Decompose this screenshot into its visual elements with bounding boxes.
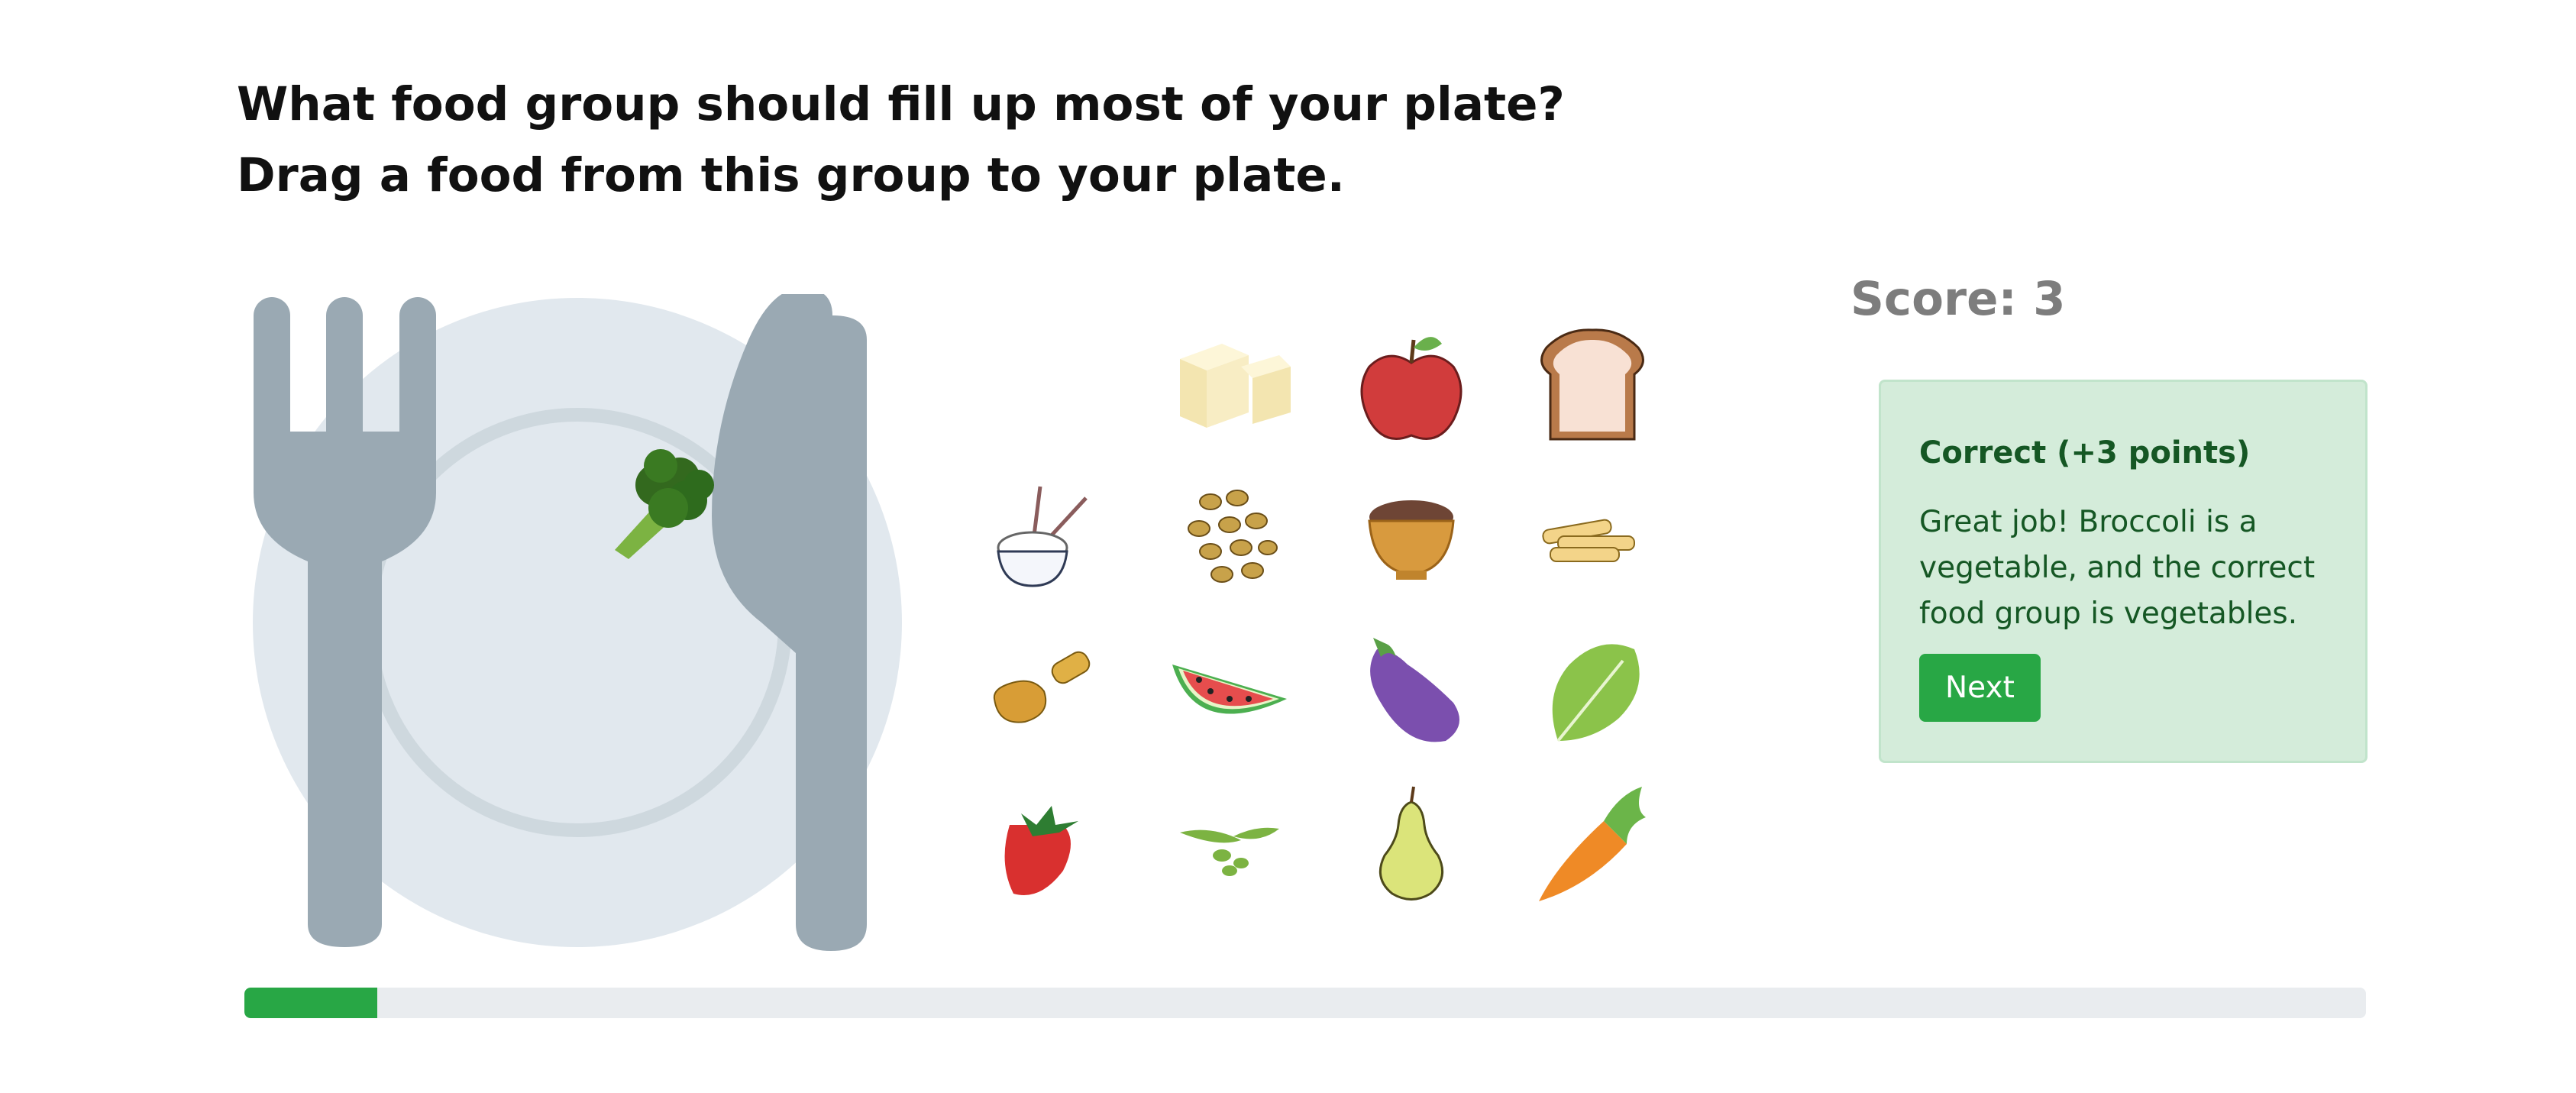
food-item-apple[interactable] xyxy=(1343,317,1480,454)
food-item-carrot[interactable] xyxy=(1524,775,1661,913)
food-item-strawberry[interactable] xyxy=(975,775,1113,913)
food-item-bread[interactable] xyxy=(1524,317,1661,454)
feedback-alert: Correct (+3 points) Great job! Broccoli … xyxy=(1879,380,2368,763)
apple-icon xyxy=(1360,337,1463,440)
food-item-beans[interactable] xyxy=(1161,467,1298,605)
beans-icon xyxy=(1188,490,1278,583)
food-item-spinach[interactable] xyxy=(1524,622,1661,760)
question-line-2: Drag a food from this group to your plat… xyxy=(237,148,1345,202)
question-prompt: What food group should fill up most of y… xyxy=(237,69,1565,211)
grain-scoop-icon xyxy=(993,651,1091,723)
score-label: Score: 3 xyxy=(1850,272,2066,326)
rice-bowl-icon xyxy=(997,486,1088,587)
food-item-watermelon[interactable] xyxy=(1161,622,1298,760)
progress-bar xyxy=(244,988,2366,1018)
food-item-grain-bowl[interactable] xyxy=(1343,467,1480,605)
food-item-rice[interactable] xyxy=(975,467,1113,605)
food-item-eggplant[interactable] xyxy=(1343,622,1480,760)
question-line-1: What food group should fill up most of y… xyxy=(237,77,1565,131)
food-item-pear[interactable] xyxy=(1343,775,1480,913)
carrot-icon xyxy=(1539,787,1646,901)
food-item-grain-scoop[interactable] xyxy=(975,622,1113,760)
strawberry-icon xyxy=(1004,806,1078,895)
bread-icon xyxy=(1540,328,1644,441)
plate-drop-zone[interactable] xyxy=(244,288,932,959)
placed-food[interactable] xyxy=(588,432,726,569)
feedback-title: Correct (+3 points) xyxy=(1919,435,2251,471)
watermelon-icon xyxy=(1172,665,1287,714)
spinach-icon xyxy=(1552,644,1640,742)
eggplant-icon xyxy=(1370,638,1459,742)
tofu-icon xyxy=(1180,344,1291,428)
food-item-edamame[interactable] xyxy=(1161,775,1298,913)
pear-icon xyxy=(1378,786,1444,901)
plate-illustration xyxy=(253,288,902,951)
food-item-pasta[interactable] xyxy=(1524,467,1661,605)
grain-bowl-icon xyxy=(1368,500,1455,580)
pasta-icon xyxy=(1542,519,1635,562)
edamame-icon xyxy=(1180,827,1279,876)
food-item-tofu[interactable] xyxy=(1161,317,1298,454)
next-button[interactable]: Next xyxy=(1919,654,2041,722)
feedback-message: Great job! Broccoli is a vegetable, and … xyxy=(1919,505,2316,631)
broccoli-icon xyxy=(615,449,714,559)
progress-fill xyxy=(244,988,377,1018)
